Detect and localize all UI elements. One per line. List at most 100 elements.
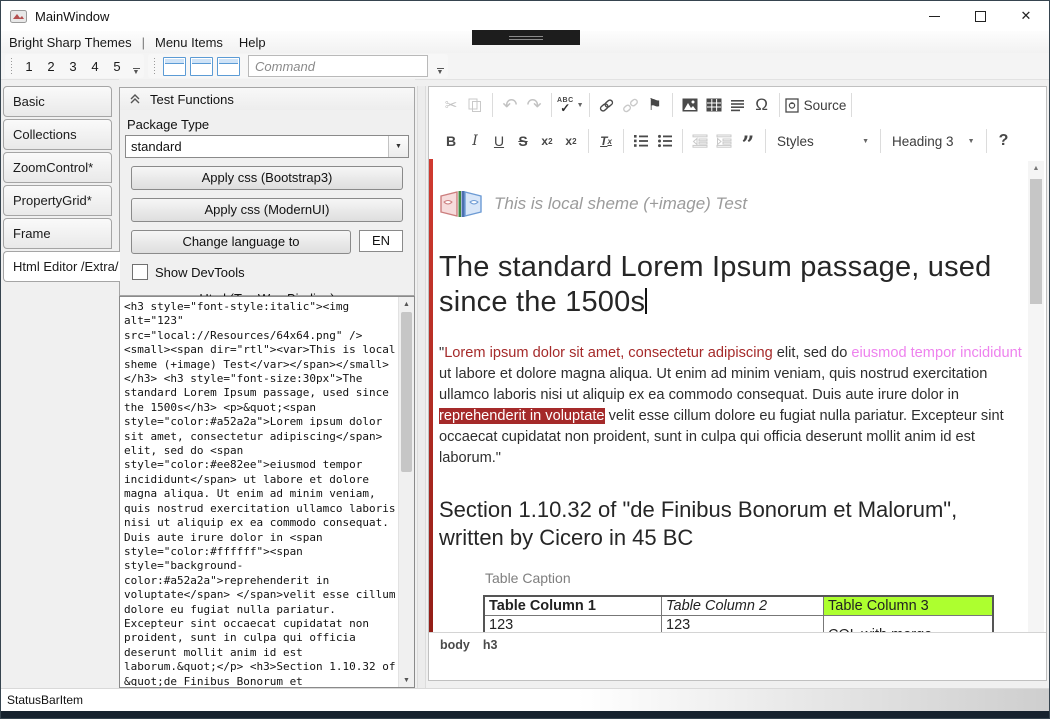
elements-path-bar: body h3 — [429, 632, 1046, 657]
menu-bar: Bright Sharp Themes | Menu Items Help — [1, 31, 1049, 53]
italic-button[interactable]: I — [463, 129, 487, 153]
strikethrough-button[interactable]: S — [511, 129, 535, 153]
table-caption: Table Caption — [485, 570, 1024, 586]
status-bar: StatusBarItem — [1, 688, 1049, 711]
scroll-up-icon[interactable]: ▲ — [399, 297, 414, 311]
minimize-button[interactable] — [911, 1, 957, 31]
underline-button[interactable]: U — [487, 129, 511, 153]
page-button-2[interactable]: 2 — [40, 58, 62, 75]
tab-html-editor-extra[interactable]: Html Editor /Extra/ — [3, 251, 120, 282]
editor-content-area[interactable]: This is local sheme (+image) Test The st… — [429, 159, 1046, 657]
grid-splitter[interactable] — [417, 86, 426, 688]
decrease-indent-icon[interactable] — [688, 129, 712, 153]
about-help-button[interactable]: ? — [992, 129, 1016, 153]
package-type-combobox[interactable]: standard ▼ — [125, 135, 409, 158]
redo-icon[interactable]: ↷ — [522, 93, 546, 117]
toolbar-separator — [880, 129, 881, 153]
page-button-1[interactable]: 1 — [18, 58, 40, 75]
menu-separator: | — [140, 35, 147, 50]
window-layout-icon-2[interactable] — [190, 57, 213, 76]
path-body[interactable]: body — [440, 638, 470, 652]
show-devtools-checkbox[interactable] — [132, 264, 148, 280]
maximize-icon — [975, 11, 986, 22]
spellcheck-button[interactable]: ABC ✓ ▼ — [557, 93, 584, 117]
editor-toolbar-row2: B I U S x2 x2 Tx ” Styles ▼ Heading 3 ▼ — [429, 123, 1046, 159]
page-button-5[interactable]: 5 — [106, 58, 128, 75]
numbered-list-icon[interactable] — [629, 129, 653, 153]
editor-toolbar-row1: ✂ ↶ ↷ ABC ✓ ▼ ⚑ Ω — [429, 87, 1046, 123]
source-scrollbar[interactable]: ▲ ▼ — [398, 297, 414, 687]
paragraph-format-dropdown[interactable]: Heading 3 ▼ — [886, 134, 981, 149]
anchor-flag-icon[interactable]: ⚑ — [643, 93, 667, 117]
html-source-textarea[interactable]: <h3 style="font-style:italic"><img alt="… — [122, 298, 398, 686]
menu-menu-items[interactable]: Menu Items — [147, 33, 231, 52]
floating-drag-handle[interactable] — [472, 30, 580, 45]
maximize-button[interactable] — [957, 1, 1003, 31]
table-header-1: Table Column 1 — [484, 596, 662, 616]
app-icon — [10, 10, 27, 23]
window-layout-icon-1[interactable] — [163, 57, 186, 76]
increase-indent-icon[interactable] — [712, 129, 736, 153]
close-icon: ✕ — [1021, 8, 1032, 24]
bold-button[interactable]: B — [439, 129, 463, 153]
menu-bright-sharp-themes[interactable]: Bright Sharp Themes — [1, 33, 140, 52]
insert-table-icon[interactable] — [702, 93, 726, 117]
change-language-button[interactable]: Change language to — [131, 230, 351, 254]
left-tab-rail: Basic Collections ZoomControl* PropertyG… — [1, 79, 119, 689]
insert-image-icon[interactable] — [678, 93, 702, 117]
collapse-icon — [130, 94, 140, 104]
unlink-icon[interactable] — [619, 93, 643, 117]
undo-icon[interactable]: ↶ — [498, 93, 522, 117]
tab-frame[interactable]: Frame — [3, 218, 112, 249]
superscript-button[interactable]: x2 — [559, 129, 583, 153]
special-char-omega-icon[interactable]: Ω — [750, 93, 774, 117]
scroll-down-icon[interactable]: ▼ — [399, 673, 414, 687]
toolbar-separator — [779, 93, 780, 117]
page-button-3[interactable]: 3 — [62, 58, 84, 75]
expander-content: Package Type standard ▼ Apply css (Boots… — [119, 110, 415, 296]
chevron-down-icon[interactable]: ▼ — [388, 136, 408, 157]
package-type-label: Package Type — [127, 117, 409, 132]
toolbar-grip[interactable] — [10, 58, 15, 74]
scroll-up-icon[interactable]: ▲ — [1028, 161, 1044, 175]
bulleted-list-icon[interactable] — [653, 129, 677, 153]
toolbar-separator — [492, 93, 493, 117]
window-bottom-edge — [1, 711, 1049, 718]
tab-zoomcontrol[interactable]: ZoomControl* — [3, 152, 112, 183]
language-field[interactable]: EN — [359, 230, 403, 252]
tab-collections[interactable]: Collections — [3, 119, 112, 150]
source-button[interactable]: Source — [785, 93, 847, 117]
close-button[interactable]: ✕ — [1003, 1, 1049, 31]
toolbar-overflow-button[interactable]: ▼ — [434, 56, 446, 76]
expander-header[interactable]: Test Functions — [119, 87, 415, 111]
blockquote-icon[interactable]: ” — [736, 125, 760, 157]
brown-text: Lorem ipsum dolor sit amet, consectetur … — [444, 345, 773, 361]
toolbar-tray: 1 2 3 4 5 ▼ Command ▼ — [1, 53, 1049, 80]
apply-css-modernui-button[interactable]: Apply css (ModernUI) — [131, 198, 403, 222]
toolbar-grip[interactable] — [153, 58, 158, 74]
tab-basic[interactable]: Basic — [3, 86, 112, 117]
toolbar-separator — [765, 129, 766, 153]
content-scrollbar[interactable]: ▲ ▼ — [1028, 161, 1044, 655]
link-icon[interactable] — [595, 93, 619, 117]
copy-icon[interactable] — [463, 93, 487, 117]
command-input[interactable]: Command — [248, 55, 428, 77]
tab-propertygrid[interactable]: PropertyGrid* — [3, 185, 112, 216]
page-button-4[interactable]: 4 — [84, 58, 106, 75]
scrollbar-thumb[interactable] — [401, 312, 412, 472]
pages-toolbar: 1 2 3 4 5 ▼ — [5, 54, 144, 78]
scrollbar-thumb[interactable] — [1030, 179, 1042, 304]
window-layout-icon-3[interactable] — [217, 57, 240, 76]
toolbar-overflow-button[interactable]: ▼ — [130, 56, 142, 76]
styles-dropdown[interactable]: Styles ▼ — [771, 134, 875, 149]
horizontal-rule-icon[interactable] — [726, 93, 750, 117]
menu-help[interactable]: Help — [231, 33, 274, 52]
minimize-icon — [929, 16, 940, 17]
path-h3[interactable]: h3 — [483, 638, 498, 652]
chevron-down-icon: ▼ — [577, 102, 584, 109]
violet-text: eiusmod tempor incididunt — [851, 345, 1021, 361]
remove-format-button[interactable]: Tx — [594, 129, 618, 153]
apply-css-bootstrap3-button[interactable]: Apply css (Bootstrap3) — [131, 166, 403, 190]
cut-icon[interactable]: ✂ — [439, 93, 463, 117]
subscript-button[interactable]: x2 — [535, 129, 559, 153]
